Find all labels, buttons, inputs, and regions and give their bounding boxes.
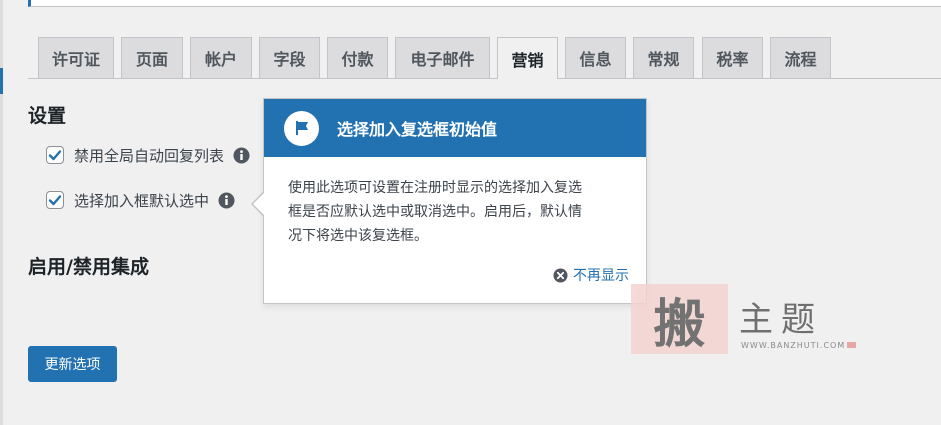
optin-default-checkbox[interactable] [46,191,64,209]
pointer-body-line: 框是否应默认选中或取消选中。启用后，默认情 [288,204,582,220]
pointer-body-line: 况下将选中该复选框。 [288,228,428,244]
tab-license[interactable]: 许可证 [38,37,114,78]
checkmark-icon [48,195,62,206]
pointer-arrow-inner [253,193,264,215]
disable-autoresponder-label: 禁用全局自动回复列表 [74,146,225,165]
info-icon[interactable] [233,147,250,164]
pointer-body: 使用此选项可设置在注册时显示的选择加入复选 框是否应默认选中或取消选中。启用后，… [264,157,646,265]
settings-tabs: 许可证 页面 帐户 字段 付款 电子邮件 营销 信息 常规 税率 流程 [28,37,941,79]
pointer-title: 选择加入复选框初始值 [337,120,498,139]
tab-fields[interactable]: 字段 [259,37,320,78]
sidebar-active-marker [0,68,3,94]
top-notice-panel [28,0,941,7]
info-icon[interactable] [218,192,235,209]
dismiss-link[interactable]: 不再显示 [573,265,629,285]
pointer-body-line: 使用此选项可设置在注册时显示的选择加入复选 [288,180,582,196]
option-row-disable-autoresponder: 禁用全局自动回复列表 [46,144,250,166]
integration-heading: 启用/禁用集成 [28,256,149,278]
tab-marketing[interactable]: 营销 [497,37,558,79]
pointer-footer: 不再显示 [264,265,646,285]
tab-pages[interactable]: 页面 [121,37,183,78]
tab-general[interactable]: 常规 [633,37,694,78]
watermark-text: 主题 [739,300,823,340]
watermark-big-char: 搬 [653,293,706,355]
watermark: 搬 主题 WWW.BANZHUTI.COM [631,284,941,355]
admin-sidebar-edge [0,0,3,425]
checkmark-icon [48,150,62,161]
watermark-seal: 搬 [631,284,728,355]
tab-messages[interactable]: 信息 [565,37,626,78]
settings-heading: 设置 [28,105,67,127]
update-options-button[interactable]: 更新选项 [28,346,117,382]
option-row-optin-default: 选择加入框默认选中 [46,189,235,211]
tab-account[interactable]: 帐户 [190,37,252,78]
tab-flow[interactable]: 流程 [770,37,831,78]
help-pointer-popup: 选择加入复选框初始值 使用此选项可设置在注册时显示的选择加入复选 框是否应默认选… [263,98,647,304]
pointer-header: 选择加入复选框初始值 [264,99,646,157]
watermark-url: WWW.BANZHUTI.COM [741,341,846,350]
flag-icon [284,110,319,146]
dismiss-icon[interactable] [553,268,568,283]
optin-default-label: 选择加入框默认选中 [74,191,210,210]
tab-payments[interactable]: 付款 [327,37,388,78]
watermark-dot [847,342,856,348]
tab-email[interactable]: 电子邮件 [395,37,490,78]
tab-tax-rates[interactable]: 税率 [702,37,763,78]
disable-autoresponder-checkbox[interactable] [46,146,64,164]
